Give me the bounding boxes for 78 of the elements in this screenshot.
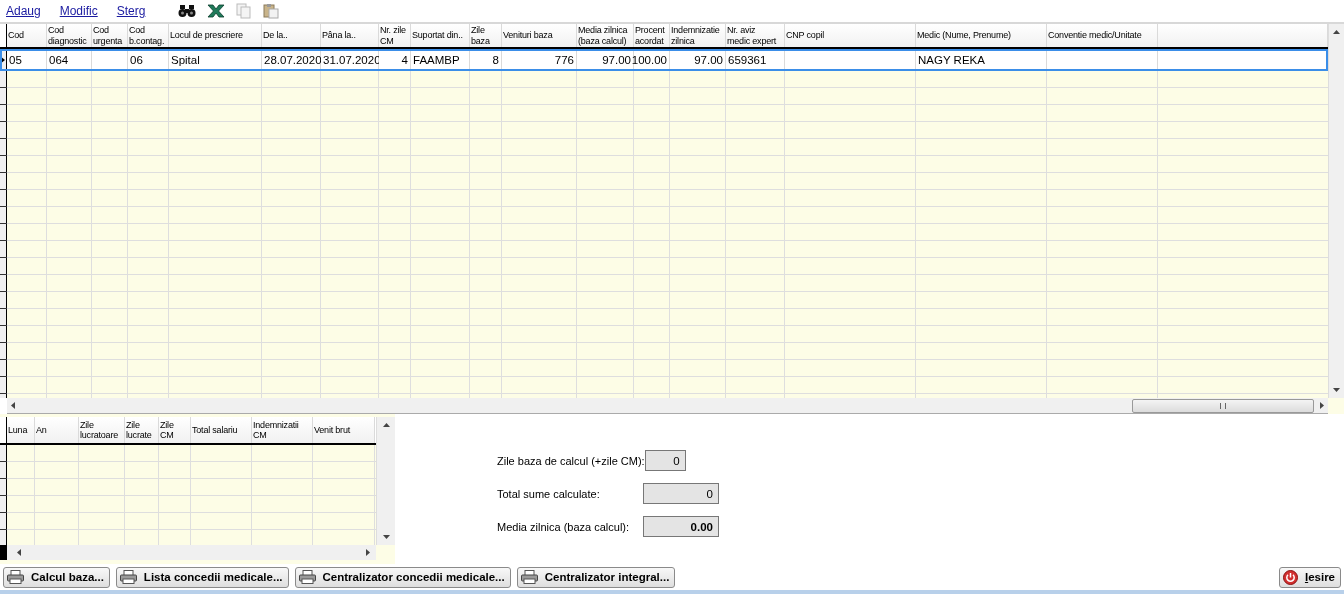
horizontal-scrollbar[interactable] xyxy=(7,398,1328,414)
column-header[interactable]: De la.. xyxy=(262,24,321,47)
column-header[interactable]: Procent acordat xyxy=(634,24,670,47)
column-header[interactable]: Cod xyxy=(7,24,47,47)
table-cell: 06 xyxy=(128,49,169,71)
column-header[interactable]: An xyxy=(35,417,79,443)
table-row[interactable]: 05 064 06 Spital 28.07.202031.07.2020 4 FAAMBP 8 776 97.00100.00 97.00 659361 NAGY REKA xyxy=(0,49,1328,71)
table-cell: 4 xyxy=(379,49,411,71)
field-label: Total sume calculate: xyxy=(497,487,601,500)
horizontal-scrollbar[interactable] xyxy=(0,545,376,560)
table-cell: FAAMBP xyxy=(411,49,470,71)
printer-icon xyxy=(119,570,137,584)
table-cell xyxy=(92,49,128,71)
column-header[interactable]: Medic (Nume, Prenume) xyxy=(916,24,1047,47)
column-header[interactable]: Cod b.contag. xyxy=(128,24,169,47)
scroll-up-icon[interactable] xyxy=(1333,30,1340,34)
column-header[interactable]: Pâna la.. xyxy=(321,24,379,47)
column-header[interactable]: Venit brut xyxy=(313,417,375,443)
column-header[interactable]: Indemnizatii CM xyxy=(252,417,313,443)
power-icon xyxy=(1282,569,1298,585)
scroll-left-icon[interactable] xyxy=(11,402,15,409)
column-header[interactable]: Locul de prescriere xyxy=(169,24,262,47)
table-cell: 97.00 xyxy=(670,49,726,71)
column-header[interactable]: Nr. aviz medic expert xyxy=(726,24,785,47)
exit-button[interactable]: Iesire xyxy=(1278,566,1341,588)
print-button[interactable]: Centralizator integral... xyxy=(516,566,676,588)
column-header[interactable]: Total salariu xyxy=(191,417,252,443)
column-header[interactable]: Nr. zile CM xyxy=(379,24,411,47)
print-button[interactable]: Centralizator concedii medicale... xyxy=(294,566,511,588)
spreadsheet-icon[interactable] xyxy=(207,4,226,18)
toolbar-link[interactable]: Modific xyxy=(59,4,98,18)
scroll-up-icon[interactable] xyxy=(382,423,390,427)
column-header[interactable]: Venituri baza xyxy=(502,24,577,47)
table-cell: 100.00 xyxy=(634,49,670,71)
scroll-right-icon[interactable] xyxy=(1320,402,1324,409)
scroll-down-icon[interactable] xyxy=(382,535,390,539)
field-label: Zile baza de calcul (+zile CM): xyxy=(497,454,645,467)
column-header[interactable]: Conventie medic/Unitate xyxy=(1047,24,1158,47)
scroll-down-icon[interactable] xyxy=(1333,388,1340,392)
printer-icon xyxy=(7,570,24,584)
input-field[interactable]: 0.00 xyxy=(643,516,719,537)
column-header[interactable]: Cod urgenta xyxy=(92,24,128,47)
table-cell: 659361 xyxy=(726,49,785,71)
current-row-icon xyxy=(0,55,5,64)
column-header[interactable]: Suportat din.. xyxy=(411,24,470,47)
printer-icon xyxy=(520,570,538,584)
scrollbar-thumb[interactable] xyxy=(1132,398,1314,413)
table-cell: 064 xyxy=(47,49,92,71)
column-header[interactable]: Zile baza xyxy=(470,24,502,47)
vertical-scrollbar[interactable] xyxy=(1328,24,1344,398)
table-cell: 8 xyxy=(470,49,502,71)
scrollbar-corner xyxy=(1328,398,1344,414)
column-header[interactable]: CNP copil xyxy=(785,24,916,47)
table-cell: 05 xyxy=(7,49,47,71)
input-field[interactable]: 0 xyxy=(643,483,719,504)
field-label: Media zilnica (baza calcul): xyxy=(497,520,631,533)
print-button[interactable]: Lista concedii medicale... xyxy=(115,566,289,588)
table-cell: NAGY REKA xyxy=(916,49,1047,71)
column-header[interactable]: Zile lucratoare xyxy=(79,417,125,443)
toolbar-link[interactable]: Sterg xyxy=(116,4,146,18)
table-cell: 31.07.2020 xyxy=(321,49,379,71)
vertical-scrollbar[interactable] xyxy=(376,417,395,545)
table-cell: Spital xyxy=(169,49,262,71)
input-field[interactable]: 0 xyxy=(644,450,686,471)
column-header[interactable]: Luna xyxy=(7,417,35,443)
printer-icon xyxy=(298,570,316,584)
column-header[interactable]: Indemnizatie zilnica xyxy=(670,24,726,47)
table-cell: 28.07.2020 xyxy=(262,49,321,71)
scroll-left-icon[interactable] xyxy=(17,549,21,556)
column-header[interactable]: Media zilnica (baza calcul) xyxy=(577,24,634,47)
print-button[interactable]: Calcul baza... xyxy=(3,566,110,588)
column-header[interactable]: Zile CM xyxy=(159,417,191,443)
table-cell: 776 xyxy=(502,49,577,71)
binoculars-icon[interactable] xyxy=(178,4,197,18)
toolbar-link[interactable]: Adaug xyxy=(6,4,41,18)
column-header[interactable]: Cod diagnostic xyxy=(47,24,92,47)
scroll-right-icon[interactable] xyxy=(366,549,370,556)
column-header[interactable]: Zile lucrate xyxy=(125,417,159,443)
